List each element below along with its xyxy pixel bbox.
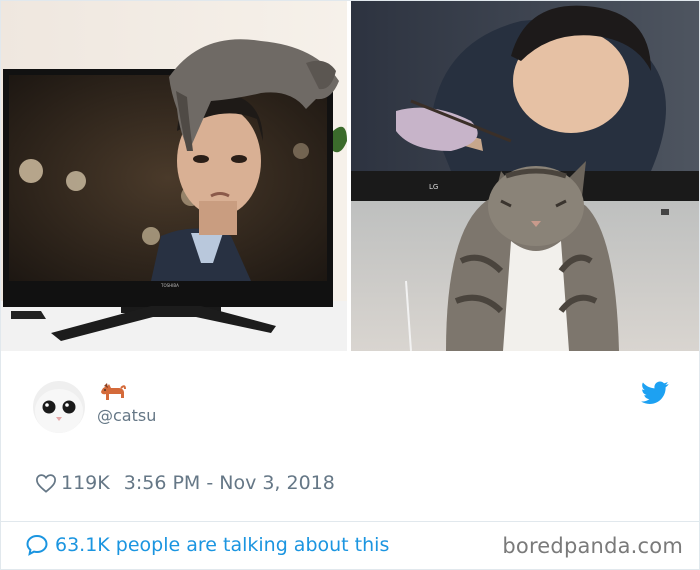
tweet-meta: 119K 3:56 PM - Nov 3, 2018 bbox=[35, 471, 335, 495]
heart-icon[interactable] bbox=[35, 473, 57, 493]
twitter-bird-icon[interactable] bbox=[641, 381, 669, 405]
tv-cat-photo-right: LG bbox=[351, 1, 699, 351]
conversation-text[interactable]: 63.1K people are talking about this bbox=[55, 534, 389, 556]
brand-watermark: boredpanda.com bbox=[502, 534, 683, 558]
like-count: 119K bbox=[61, 472, 110, 494]
tv-cat-photo-left: TOSHIBA bbox=[1, 1, 347, 351]
cat-avatar-icon bbox=[33, 381, 85, 433]
dog-emoji-icon bbox=[97, 378, 127, 408]
tv-brand-label-right: LG bbox=[429, 183, 438, 191]
media-photo-right[interactable]: LG bbox=[351, 1, 699, 351]
tweet-card: TOSHIBA LG @catsu 119K 3:56 PM - Nov 3, … bbox=[0, 0, 700, 570]
avatar[interactable] bbox=[33, 381, 85, 433]
speech-bubble-icon bbox=[26, 534, 48, 556]
tweet-timestamp[interactable]: 3:56 PM - Nov 3, 2018 bbox=[124, 472, 335, 494]
tv-brand-label-left: TOSHIBA bbox=[160, 283, 179, 288]
conversation-link[interactable]: 63.1K people are talking about this bbox=[25, 534, 389, 556]
media-photo-left[interactable]: TOSHIBA bbox=[1, 1, 347, 351]
tweet-media[interactable]: TOSHIBA LG bbox=[1, 1, 699, 351]
user-handle[interactable]: @catsu bbox=[97, 406, 156, 425]
